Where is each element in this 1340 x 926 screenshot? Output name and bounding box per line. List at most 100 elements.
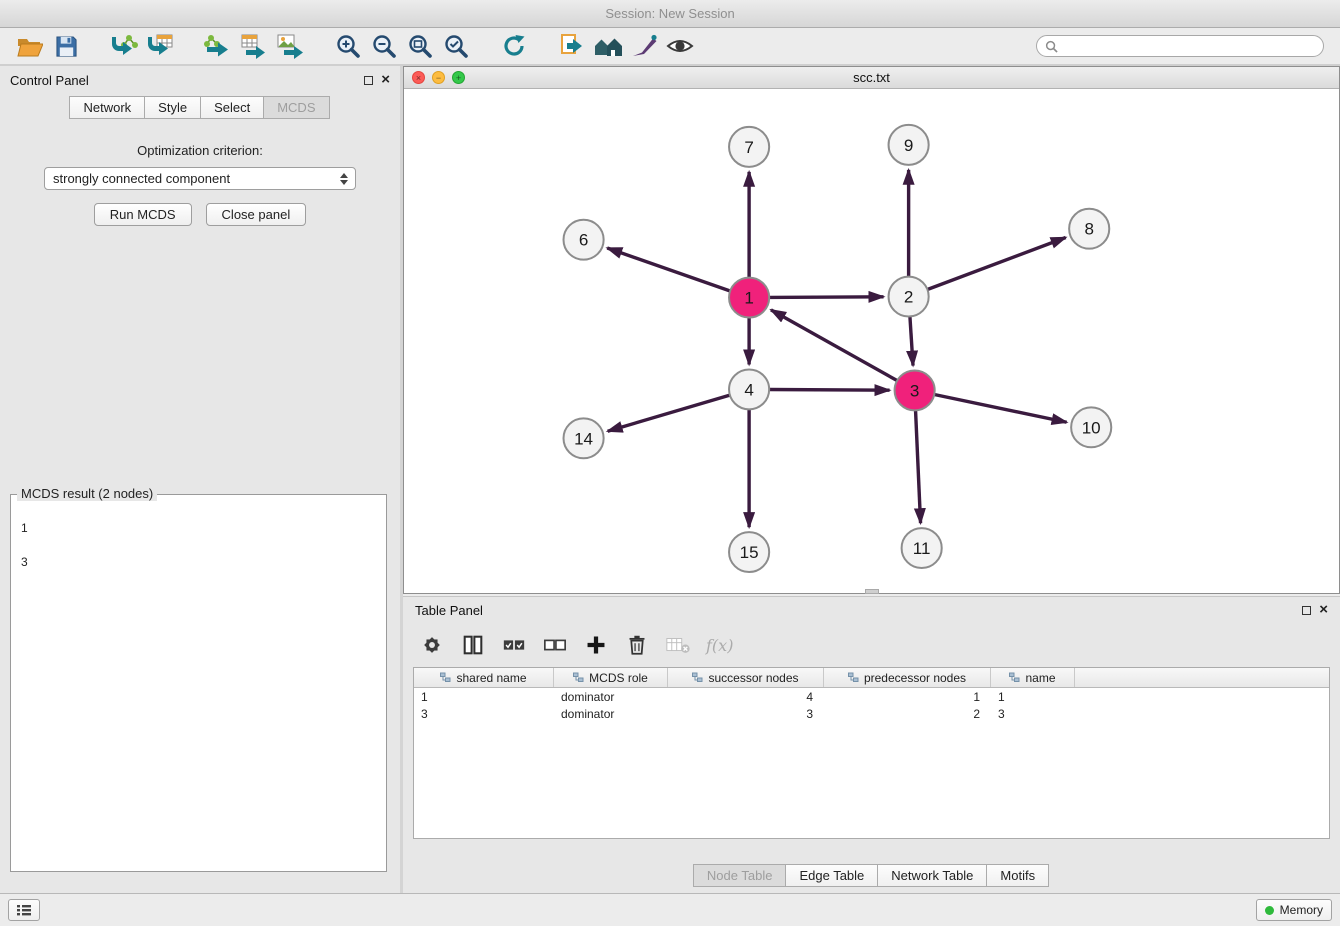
table-tabs: Node Table Edge Table Network Table Moti… — [403, 864, 1340, 887]
cell-name[interactable]: 3 — [991, 707, 1075, 721]
task-history-button[interactable] — [8, 899, 40, 921]
float-table-panel-icon[interactable] — [1302, 606, 1311, 615]
export-image-icon[interactable] — [272, 31, 308, 61]
cell-shared-name[interactable]: 3 — [414, 707, 554, 721]
cell-successor-nodes[interactable]: 4 — [668, 690, 824, 704]
show-columns-icon[interactable] — [460, 632, 486, 658]
function-builder-icon[interactable]: f(x) — [706, 636, 733, 655]
add-column-icon[interactable] — [583, 632, 609, 658]
window-title: Session: New Session — [0, 0, 1340, 28]
tab-network-table[interactable]: Network Table — [877, 864, 987, 887]
close-panel-icon[interactable]: × — [381, 74, 390, 86]
column-header-mcds-role[interactable]: MCDS role — [554, 668, 668, 687]
mcds-result-item[interactable]: 3 — [21, 554, 376, 571]
column-header-shared-name[interactable]: shared name — [414, 668, 554, 687]
graph-node-label: 11 — [913, 539, 931, 558]
control-panel-title: Control Panel — [10, 73, 89, 88]
graph-node-8[interactable]: 8 — [1069, 209, 1109, 249]
home-icon[interactable] — [590, 31, 626, 61]
window-minimize-icon[interactable]: − — [432, 71, 445, 84]
graph-node-9[interactable]: 9 — [889, 125, 929, 165]
run-mcds-button[interactable]: Run MCDS — [94, 203, 192, 226]
open-network-file-icon[interactable] — [554, 31, 590, 61]
graph-node-label: 9 — [904, 136, 913, 155]
cell-shared-name[interactable]: 1 — [414, 690, 554, 704]
graph-edge-3-10[interactable] — [934, 394, 1066, 422]
tab-network[interactable]: Network — [69, 96, 145, 119]
mcds-result-box: MCDS result (2 nodes) 1 3 — [10, 494, 387, 872]
tab-node-table[interactable]: Node Table — [693, 864, 787, 887]
delete-column-icon[interactable] — [624, 632, 650, 658]
graph-node-15[interactable]: 15 — [729, 532, 769, 572]
graph-edge-4-14[interactable] — [608, 395, 730, 431]
graph-edge-2-8[interactable] — [927, 238, 1065, 290]
optimization-criterion-label: Optimization criterion: — [0, 143, 400, 158]
memory-status-icon — [1265, 906, 1274, 915]
graph-node-14[interactable]: 14 — [564, 418, 604, 458]
cell-name[interactable]: 1 — [991, 690, 1075, 704]
open-folder-icon[interactable] — [12, 31, 48, 61]
close-panel-button[interactable]: Close panel — [206, 203, 307, 226]
mcds-result-item[interactable]: 1 — [21, 520, 376, 537]
graph-node-3[interactable]: 3 — [895, 370, 935, 410]
import-table-icon[interactable] — [142, 31, 178, 61]
tab-motifs[interactable]: Motifs — [986, 864, 1049, 887]
graph-edge-2-3[interactable] — [910, 317, 913, 366]
graph-node-4[interactable]: 4 — [729, 369, 769, 409]
graph-node-7[interactable]: 7 — [729, 127, 769, 167]
zoom-selected-icon[interactable] — [438, 31, 474, 61]
network-canvas[interactable]: 7 9 6 8 1 2 4 3 10 14 15 11 — [404, 89, 1339, 593]
zoom-out-icon[interactable] — [366, 31, 402, 61]
graph-node-10[interactable]: 10 — [1071, 407, 1111, 447]
cell-mcds-role[interactable]: dominator — [554, 707, 668, 721]
table-toolbar: f(x) — [403, 623, 1340, 667]
save-session-icon[interactable] — [48, 31, 84, 61]
splitter-handle[interactable] — [865, 589, 879, 594]
cell-mcds-role[interactable]: dominator — [554, 690, 668, 704]
export-table-icon[interactable] — [236, 31, 272, 61]
graph-edge-1-2[interactable] — [769, 297, 883, 298]
control-panel: Control Panel × Network Style Select MCD… — [0, 66, 403, 893]
float-panel-icon[interactable] — [364, 76, 373, 85]
memory-button[interactable]: Memory — [1256, 899, 1332, 921]
window-zoom-icon[interactable]: + — [452, 71, 465, 84]
tab-edge-table[interactable]: Edge Table — [785, 864, 878, 887]
tab-mcds[interactable]: MCDS — [263, 96, 329, 119]
deselect-all-icon[interactable] — [542, 632, 568, 658]
select-all-icon[interactable] — [501, 632, 527, 658]
cell-successor-nodes[interactable]: 3 — [668, 707, 824, 721]
column-header-name[interactable]: name — [991, 668, 1075, 687]
refresh-view-icon[interactable] — [496, 31, 532, 61]
column-header-predecessor-nodes[interactable]: predecessor nodes — [824, 668, 991, 687]
graph-node-6[interactable]: 6 — [564, 220, 604, 260]
network-graph[interactable]: 7 9 6 8 1 2 4 3 10 14 15 11 — [404, 89, 1339, 593]
table-row[interactable]: 1 dominator 4 1 1 — [414, 688, 1329, 705]
list-icon — [17, 904, 31, 916]
graph-edge-3-11[interactable] — [916, 410, 921, 523]
graph-node-2[interactable]: 2 — [889, 277, 929, 317]
show-graphics-icon[interactable] — [662, 31, 698, 61]
zoom-fit-icon[interactable] — [402, 31, 438, 61]
export-network-icon[interactable] — [200, 31, 236, 61]
graph-node-11[interactable]: 11 — [902, 528, 942, 568]
column-header-successor-nodes[interactable]: successor nodes — [668, 668, 824, 687]
graph-node-1[interactable]: 1 — [729, 278, 769, 318]
table-row[interactable]: 3 dominator 3 2 3 — [414, 705, 1329, 722]
graph-edge-3-1[interactable] — [771, 310, 897, 381]
graph-edge-4-3[interactable] — [769, 390, 889, 391]
criterion-dropdown[interactable]: strongly connected component — [44, 167, 356, 190]
graph-edge-1-6[interactable] — [607, 248, 730, 291]
tab-style[interactable]: Style — [144, 96, 201, 119]
cell-predecessor-nodes[interactable]: 1 — [824, 690, 991, 704]
apply-style-icon[interactable] — [626, 31, 662, 61]
tab-select[interactable]: Select — [200, 96, 264, 119]
import-network-icon[interactable] — [106, 31, 142, 61]
quick-search-box[interactable] — [1036, 35, 1324, 57]
window-close-icon[interactable]: × — [412, 71, 425, 84]
close-table-panel-icon[interactable]: × — [1319, 604, 1328, 616]
zoom-in-icon[interactable] — [330, 31, 366, 61]
table-settings-gear-icon[interactable] — [419, 632, 445, 658]
delete-table-icon[interactable] — [665, 632, 691, 658]
cell-predecessor-nodes[interactable]: 2 — [824, 707, 991, 721]
search-input[interactable] — [1063, 38, 1315, 54]
